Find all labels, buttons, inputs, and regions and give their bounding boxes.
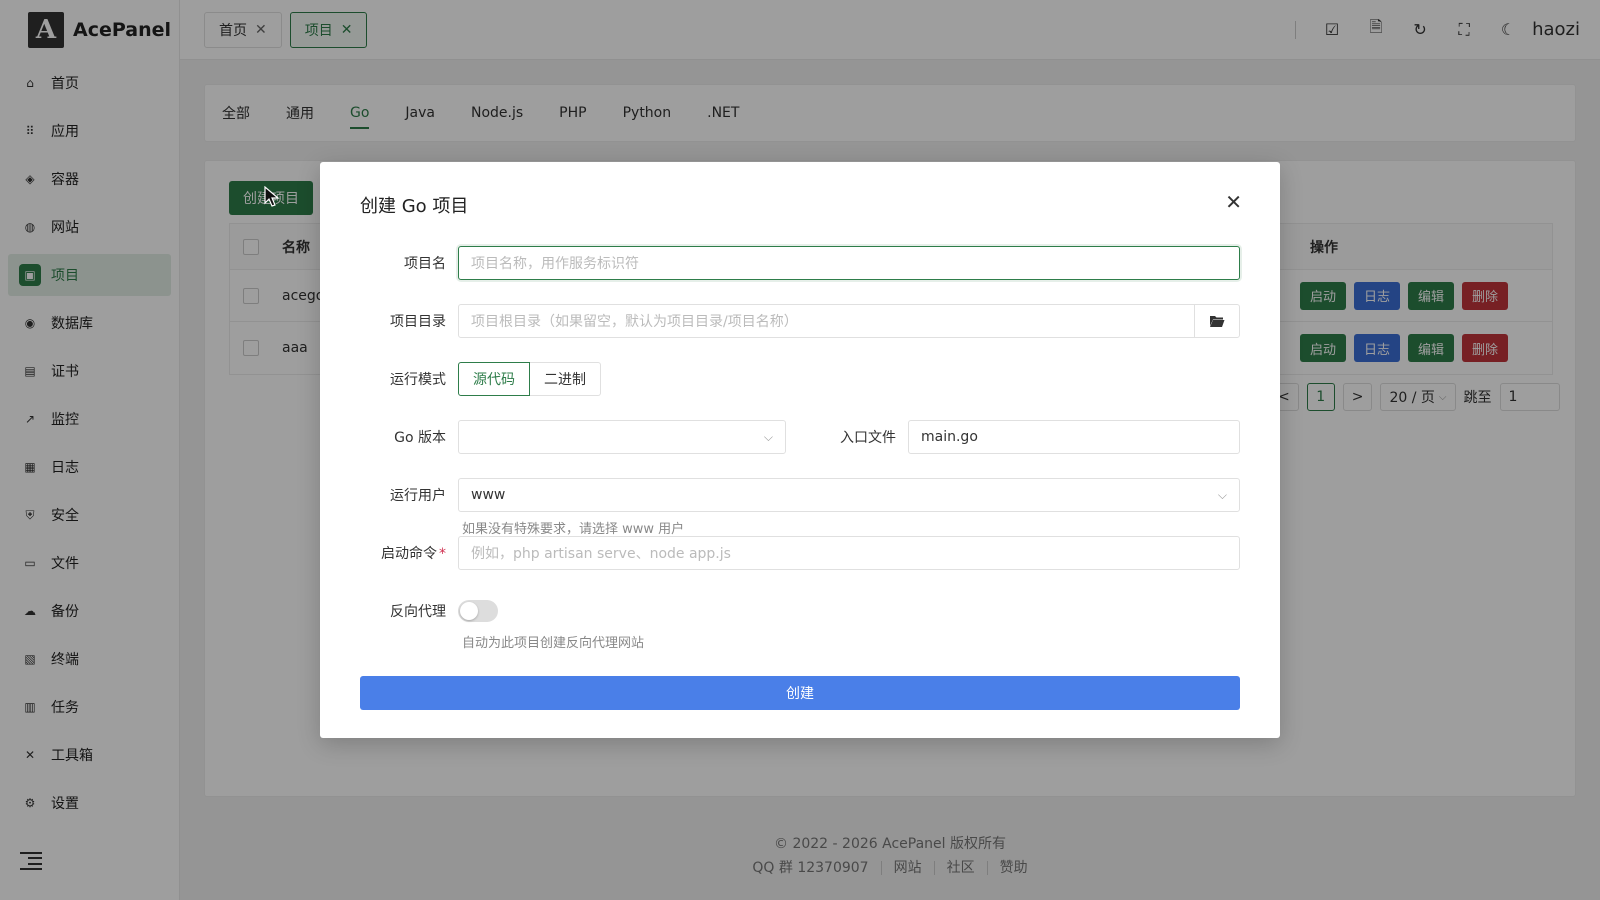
reverse-proxy-hint: 自动为此项目创建反向代理网站 [462, 636, 645, 651]
mode-source-button[interactable]: 源代码 [458, 362, 530, 396]
go-version-select[interactable]: ⌵ [458, 420, 786, 454]
form-row-user: 运行用户 www ⌵ [360, 478, 1240, 512]
chevron-down-icon: ⌵ [1217, 487, 1227, 502]
chevron-down-icon: ⌵ [763, 429, 773, 444]
field-label: 运行模式 [390, 372, 446, 388]
entry-file-input[interactable]: main.go [908, 420, 1240, 454]
form-row-command: 启动命令 * 例如，php artisan serve、node app.js [360, 536, 1240, 570]
create-button[interactable]: 创建 [360, 676, 1240, 710]
reverse-proxy-toggle[interactable] [458, 600, 498, 622]
create-project-dialog: 创建 Go 项目 ✕ 项目名 项目名称，用作服务标识符 项目目录 项目根目录（如… [320, 162, 1280, 738]
toggle-knob [460, 602, 478, 620]
run-mode-segmented: 源代码 二进制 [458, 362, 601, 396]
project-dir-placeholder: 项目根目录（如果留空，默认为项目目录/项目名称） [471, 314, 798, 330]
form-row-name: 项目名 项目名称，用作服务标识符 [360, 246, 1240, 280]
dialog-title: 创建 Go 项目 [360, 196, 469, 217]
run-user-hint: 如果没有特殊要求，请选择 www 用户 [462, 522, 685, 537]
form-row-dir: 项目目录 项目根目录（如果留空，默认为项目目录/项目名称） [360, 304, 1240, 338]
command-label: 启动命令 [381, 546, 437, 562]
field-label: 项目目录 [390, 314, 446, 330]
form-row-proxy: 反向代理 [360, 594, 1240, 628]
form-row-version-entry: Go 版本 ⌵ 入口文件 main.go [360, 420, 1240, 454]
folder-open-icon[interactable] [1194, 305, 1239, 337]
required-mark: * [439, 546, 446, 562]
field-label: Go 版本 [394, 430, 446, 446]
run-user-select[interactable]: www ⌵ [458, 478, 1240, 512]
project-dir-input[interactable]: 项目根目录（如果留空，默认为项目目录/项目名称） [458, 304, 1240, 338]
mode-binary-button[interactable]: 二进制 [530, 362, 601, 396]
run-user-value: www [471, 487, 506, 503]
project-name-input[interactable]: 项目名称，用作服务标识符 [458, 246, 1240, 280]
field-label: 项目名 [404, 256, 446, 272]
form-row-mode: 运行模式 源代码 二进制 [360, 362, 1240, 396]
close-icon[interactable]: ✕ [1225, 190, 1242, 214]
start-command-input[interactable]: 例如，php artisan serve、node app.js [458, 536, 1240, 570]
field-label: 启动命令 * [360, 543, 458, 563]
field-label: 反向代理 [390, 604, 446, 620]
field-label: 入口文件 [840, 430, 896, 446]
field-label: 运行用户 [390, 488, 446, 504]
